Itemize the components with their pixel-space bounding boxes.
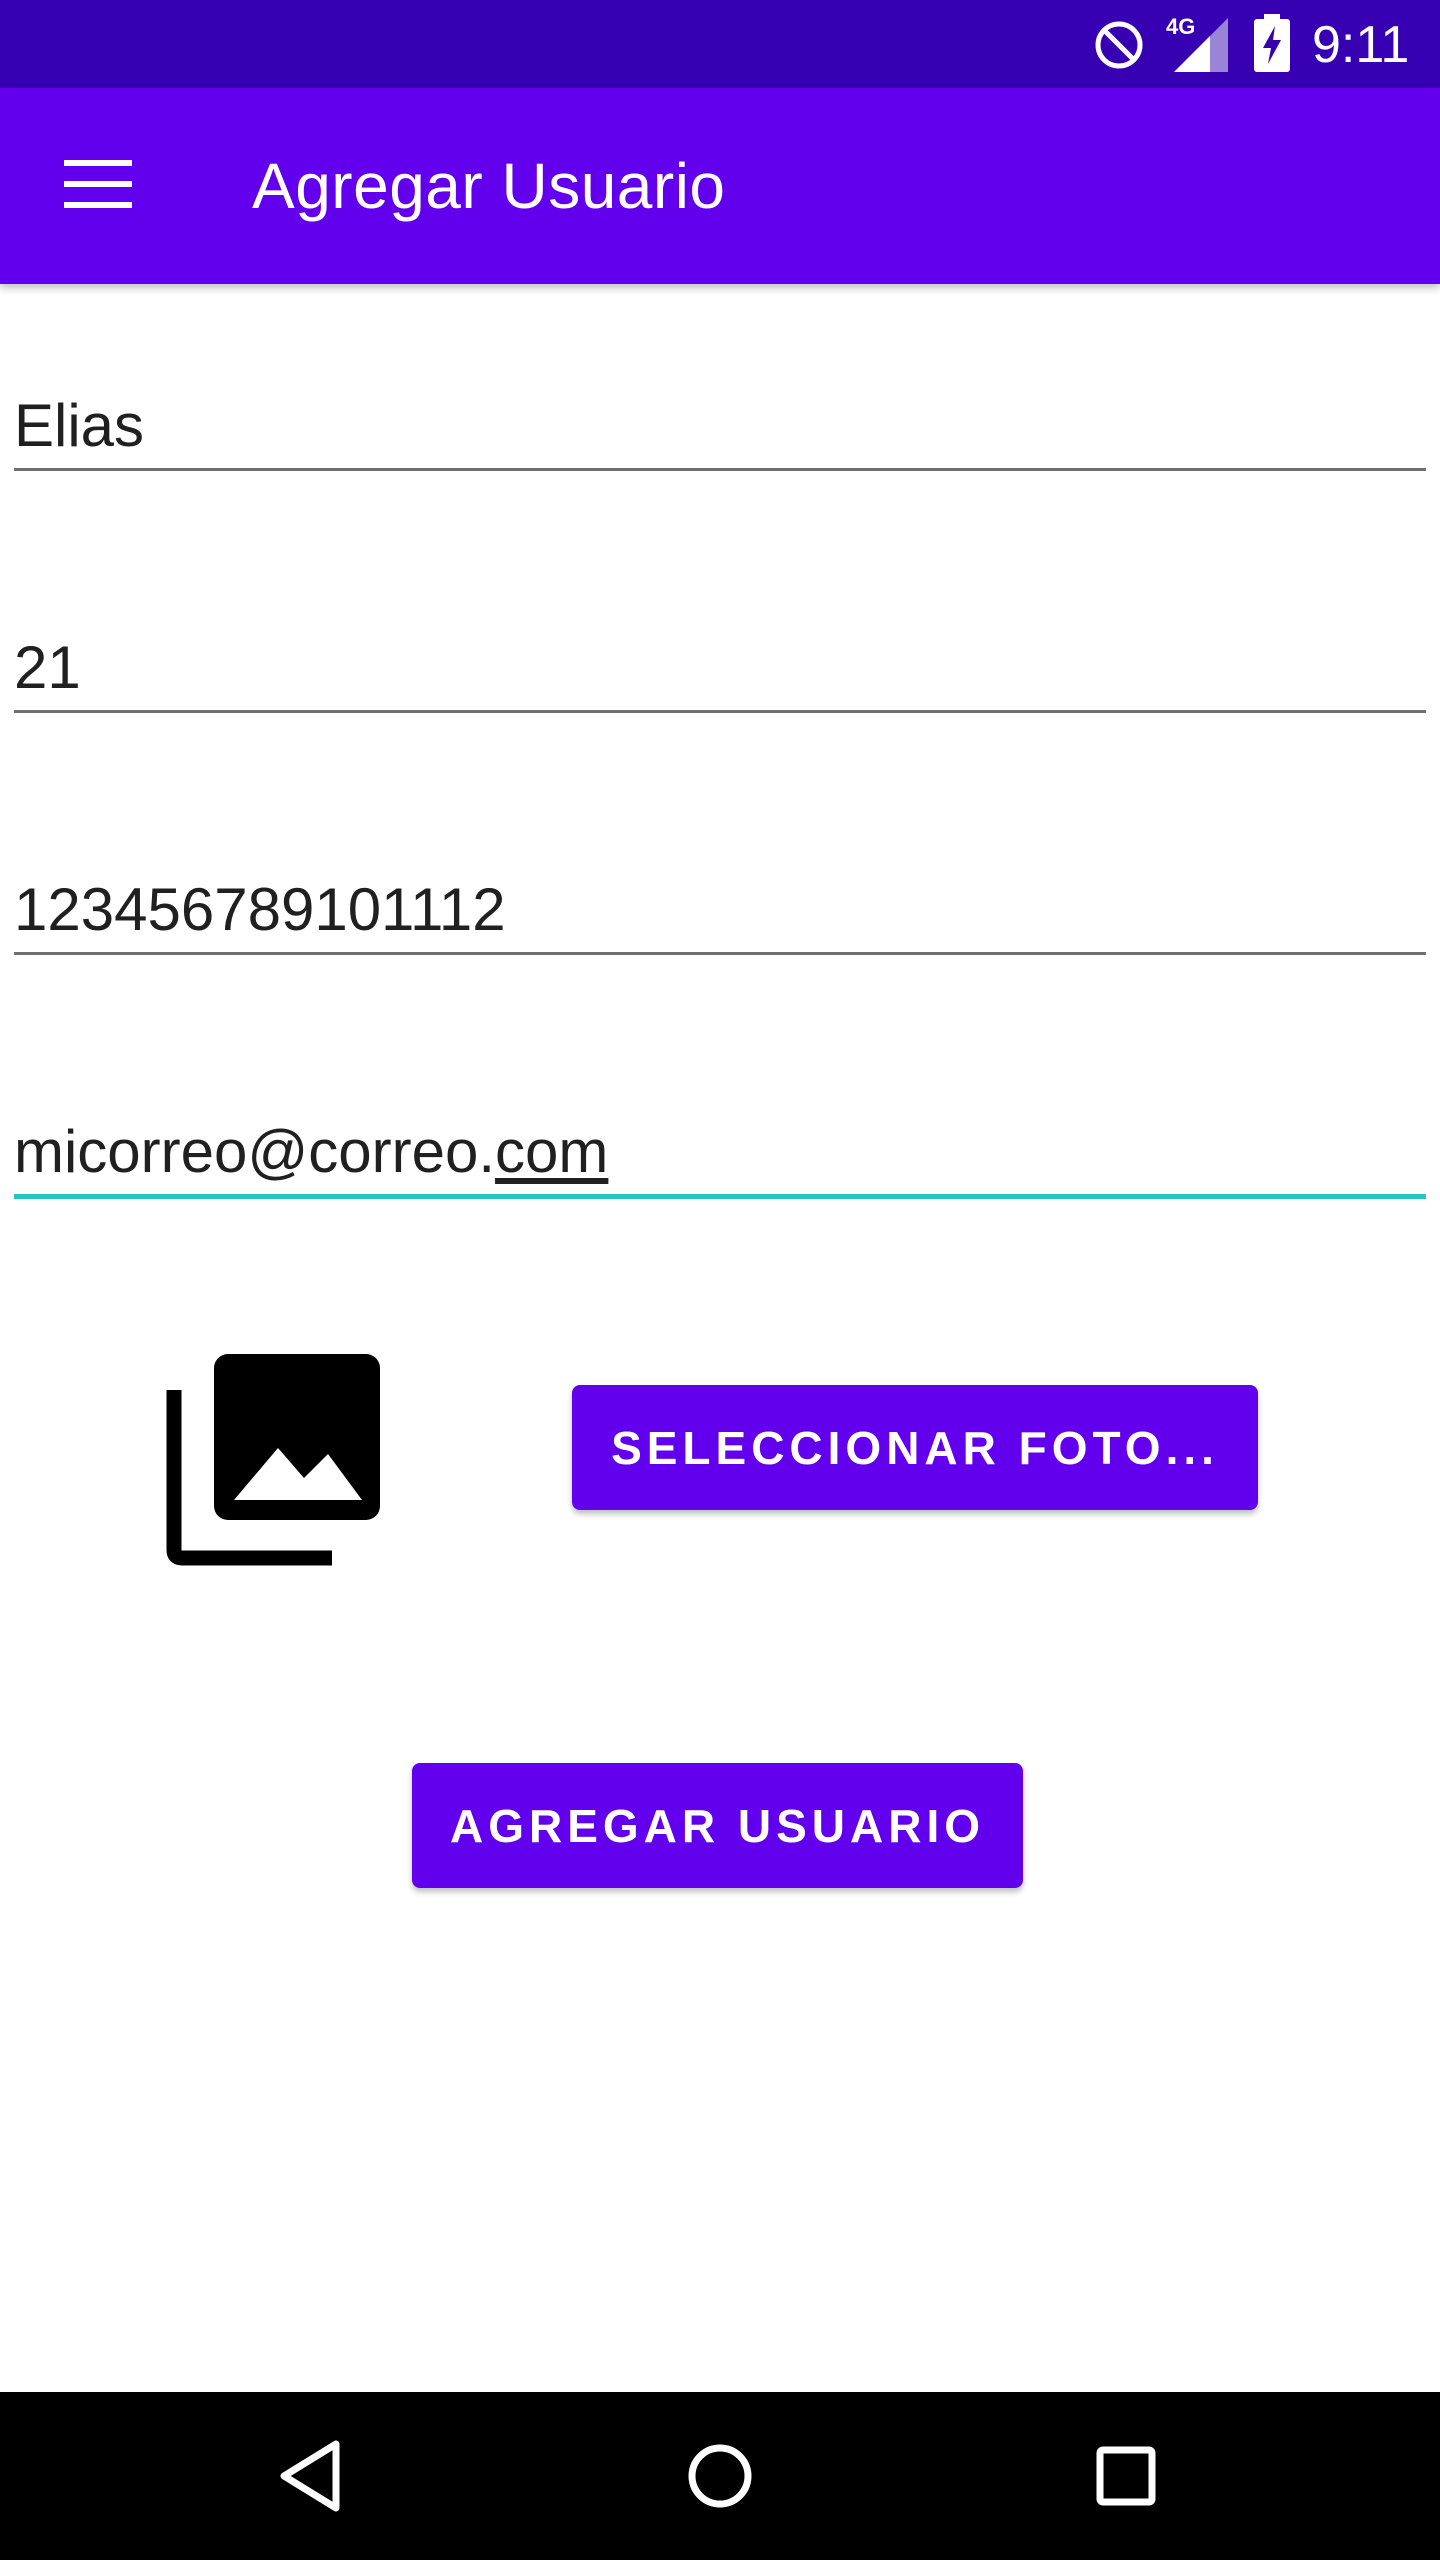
age-input[interactable] — [14, 633, 1426, 702]
navigation-bar — [0, 2392, 1440, 2560]
email-text-underlined: com — [495, 1118, 609, 1185]
back-icon — [280, 2440, 340, 2512]
page-title: Agregar Usuario — [252, 150, 726, 222]
name-field[interactable] — [14, 378, 1426, 471]
hamburger-menu-icon — [64, 160, 132, 208]
clock: 9:11 — [1312, 16, 1410, 74]
email-text-main: micorreo@correo. — [14, 1118, 496, 1185]
phone-field[interactable] — [14, 862, 1426, 955]
email-input[interactable]: micorreo@correo.com — [14, 1117, 608, 1186]
do-not-disturb-icon — [1095, 21, 1143, 69]
age-field[interactable] — [14, 620, 1426, 713]
email-field[interactable]: micorreo@correo.com — [14, 1104, 1426, 1199]
home-icon — [688, 2444, 752, 2508]
recents-button[interactable] — [1080, 2430, 1172, 2522]
status-bar: 4G 9:11 — [0, 0, 1440, 88]
photo-library-icon — [166, 1354, 380, 1566]
name-input[interactable] — [14, 391, 1426, 460]
app-bar: Agregar Usuario — [0, 88, 1440, 284]
back-button[interactable] — [268, 2430, 360, 2522]
signal-icon — [1174, 18, 1228, 72]
home-button[interactable] — [674, 2430, 766, 2522]
menu-button[interactable] — [56, 142, 140, 226]
select-photo-button[interactable]: SELECCIONAR FOTO... — [572, 1385, 1258, 1510]
phone-input[interactable] — [14, 875, 1426, 944]
recents-icon — [1096, 2446, 1156, 2506]
add-user-button[interactable]: AGREGAR USUARIO — [412, 1763, 1023, 1888]
battery-charging-icon — [1254, 14, 1290, 72]
